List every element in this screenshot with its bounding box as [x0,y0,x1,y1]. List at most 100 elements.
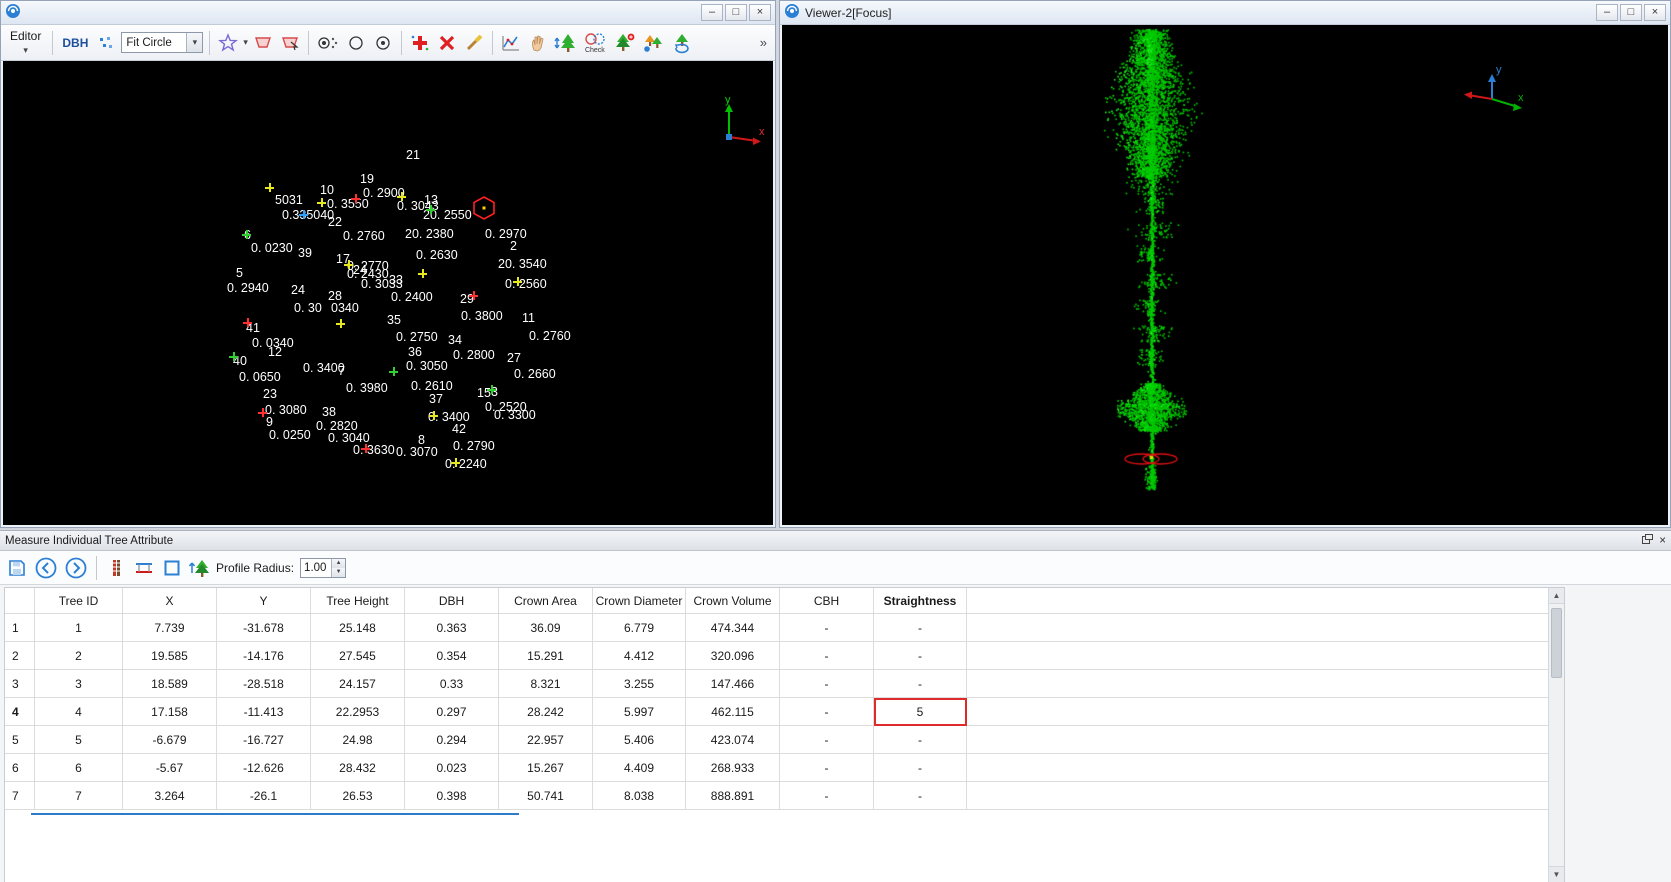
maximize-button[interactable]: □ [725,4,747,21]
table-cell[interactable]: - [780,614,874,642]
table-cell[interactable]: 2 [35,642,123,670]
table-row[interactable]: 6 6 -5.67 -12.626 28.432 0.023 15.267 4.409 268.… [5,754,1548,782]
table-cell[interactable]: 888.891 [686,782,780,810]
close-button[interactable]: × [1644,4,1666,21]
table-cell[interactable]: 36.09 [499,614,593,642]
table-cell[interactable]: 5 [874,698,967,726]
table-cell[interactable]: - [780,670,874,698]
table-cell[interactable]: 4.412 [593,642,686,670]
table-cell[interactable]: - [874,614,967,642]
close-panel-icon[interactable]: × [1659,535,1666,547]
brush-tool[interactable] [462,29,486,57]
table-cell[interactable]: 24.98 [311,726,405,754]
profile-radius-spinbox[interactable]: 1.00 ▲ ▼ [300,557,347,578]
close-button[interactable]: × [749,4,771,21]
check-tool[interactable]: Check [582,29,608,57]
spin-up-icon[interactable]: ▲ [332,558,346,568]
chevron-down-icon[interactable]: ▾ [186,33,203,52]
viewer1-scene[interactable]: y x 21 19 10 0. 2900 5031 0. 3550 13 0. 3043 20.… [3,61,773,525]
column-header[interactable]: Crown Area [499,588,593,614]
table-cell[interactable]: 15.267 [499,754,593,782]
scroll-up-icon[interactable]: ▲ [1549,588,1564,604]
table-cell[interactable]: 0.023 [405,754,499,782]
table-cell[interactable]: 147.466 [686,670,780,698]
previous-tree-button[interactable] [33,554,59,582]
table-row[interactable]: 7 7 3.264 -26.1 26.53 0.398 50.741 8.038 888.891… [5,782,1548,810]
tree-remove-tool[interactable] [640,29,666,57]
table-cell[interactable]: - [780,642,874,670]
hscroll-indicator[interactable] [31,813,519,815]
profile-box-button[interactable] [160,554,184,582]
pick-hand-tool[interactable] [526,29,550,57]
panel-header[interactable]: Measure Individual Tree Attribute × [0,531,1671,551]
polygon-deselect-tool[interactable] [278,29,302,57]
table-cell[interactable]: 268.933 [686,754,780,782]
table-cell[interactable]: 26.53 [311,782,405,810]
table-cell[interactable]: -26.1 [217,782,311,810]
column-header[interactable]: Tree Height [311,588,405,614]
table-cell[interactable]: 15.291 [499,642,593,670]
table-cell[interactable]: 25.148 [311,614,405,642]
table-cell[interactable]: -16.727 [217,726,311,754]
column-header[interactable]: Tree ID [35,588,123,614]
minimize-button[interactable]: – [1596,4,1618,21]
column-header[interactable]: Straightness [874,588,967,614]
table-cell[interactable]: 474.344 [686,614,780,642]
minimize-button[interactable]: – [701,4,723,21]
table-cell[interactable]: 0.297 [405,698,499,726]
table-row[interactable]: 3 3 18.589 -28.518 24.157 0.33 8.321 3.255 147.4… [5,670,1548,698]
table-cell[interactable]: 8.038 [593,782,686,810]
select-star-tool[interactable] [216,29,240,57]
table-row[interactable]: 1 1 7.739 -31.678 25.148 0.363 36.09 6.779 474.3… [5,614,1548,642]
table-cell[interactable]: 6 [35,754,123,782]
table-cell[interactable]: - [874,754,967,782]
table-cell[interactable]: -5.67 [123,754,217,782]
point-scatter-icon[interactable] [94,29,118,57]
circle-tool[interactable] [344,29,368,57]
measure-height-button[interactable] [104,554,128,582]
table-cell[interactable]: 0.363 [405,614,499,642]
table-cell[interactable]: - [780,698,874,726]
extract-tree-button[interactable] [188,554,212,582]
table-cell[interactable]: - [874,726,967,754]
viewer2-scene[interactable]: y x [782,25,1668,525]
viewer1-titlebar[interactable]: – □ × [1,1,775,25]
table-row[interactable]: 2 2 19.585 -14.176 27.545 0.354 15.291 4.412 320… [5,642,1548,670]
column-header[interactable]: CBH [780,588,874,614]
table-cell[interactable]: - [780,754,874,782]
table-cell[interactable]: 0.398 [405,782,499,810]
tree-add-tool[interactable] [611,29,637,57]
table-cell[interactable]: 3.255 [593,670,686,698]
table-cell[interactable]: -28.518 [217,670,311,698]
row-number[interactable]: 1 [5,614,35,642]
viewer2-titlebar[interactable]: Viewer-2[Focus] – □ × [780,1,1670,25]
spin-down-icon[interactable]: ▼ [332,567,346,577]
tree-refresh-tool[interactable] [669,29,695,57]
table-cell[interactable]: 5 [35,726,123,754]
table-cell[interactable]: - [874,642,967,670]
table-cell[interactable]: 3 [35,670,123,698]
row-number[interactable]: 7 [5,782,35,810]
table-cell[interactable]: 18.589 [123,670,217,698]
row-number[interactable]: 4 [5,698,35,726]
table-cell[interactable]: 4.409 [593,754,686,782]
table-cell[interactable]: - [780,726,874,754]
column-header[interactable]: X [123,588,217,614]
table-cell[interactable]: 0.294 [405,726,499,754]
table-cell[interactable]: 19.585 [123,642,217,670]
table-cell[interactable]: 7.739 [123,614,217,642]
column-header[interactable]: Y [217,588,311,614]
table-cell[interactable]: -11.413 [217,698,311,726]
toolbar-overflow-button[interactable]: » [756,35,771,50]
column-header[interactable]: Crown Diameter [593,588,686,614]
table-cell[interactable]: 320.096 [686,642,780,670]
polygon-select-tool[interactable] [251,29,275,57]
table-row[interactable]: 4 4 17.158 -11.413 22.2953 0.297 28.242 5.997 46… [5,698,1548,726]
delete-point-tool[interactable] [435,29,459,57]
row-number[interactable]: 3 [5,670,35,698]
table-cell[interactable]: 8.321 [499,670,593,698]
row-number[interactable]: 2 [5,642,35,670]
vertical-scrollbar[interactable]: ▲ ▼ [1548,588,1564,882]
table-cell[interactable]: 3.264 [123,782,217,810]
table-cell[interactable]: 6.779 [593,614,686,642]
